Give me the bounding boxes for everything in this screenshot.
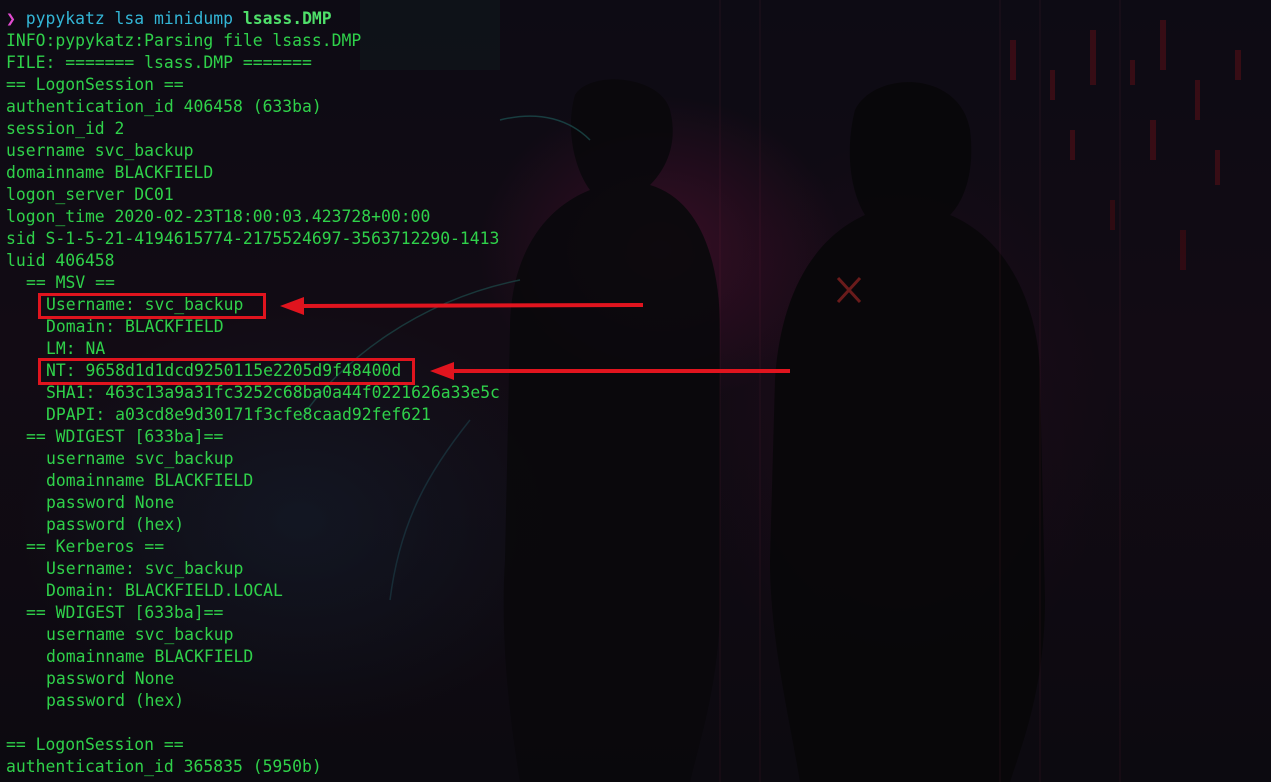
- output-line: == Kerberos ==: [26, 537, 165, 556]
- output-line: Domain: BLACKFIELD: [46, 317, 224, 336]
- output-line: == LogonSession ==: [6, 735, 184, 754]
- output-line: INFO:pypykatz:Parsing file lsass.DMP: [6, 31, 362, 50]
- output-line: password (hex): [46, 515, 185, 534]
- terminal-output: ❯ pypykatz lsa minidump lsass.DMP INFO:p…: [0, 0, 1271, 782]
- output-line: logon_time 2020-02-23T18:00:03.423728+00…: [6, 207, 431, 226]
- output-line: LM: NA: [46, 339, 106, 358]
- output-line: == MSV ==: [26, 273, 115, 292]
- output-line: authentication_id 365835 (5950b): [6, 757, 322, 776]
- output-line: == LogonSession ==: [6, 75, 184, 94]
- output-line: username svc_backup: [6, 141, 194, 160]
- output-line: domainname BLACKFIELD: [6, 163, 214, 182]
- output-line: password None: [46, 669, 175, 688]
- output-line: == WDIGEST [633ba]==: [26, 427, 224, 446]
- nt-hash-highlight-box: [38, 358, 415, 385]
- output-line: domainname BLACKFIELD: [46, 471, 254, 490]
- prompt-chevron-icon: ❯: [6, 9, 16, 28]
- arrow-to-nt-hash-icon: [430, 362, 790, 380]
- output-line: authentication_id 406458 (633ba): [6, 97, 322, 116]
- output-line: password (hex): [46, 691, 185, 710]
- prompt-line: ❯ pypykatz lsa minidump lsass.DMP: [6, 8, 332, 30]
- output-line: sid S-1-5-21-4194615774-2175524697-35637…: [6, 229, 500, 248]
- output-line: luid 406458: [6, 251, 115, 270]
- output-line: session_id 2: [6, 119, 125, 138]
- output-line: logon_server DC01: [6, 185, 174, 204]
- output-line: domainname BLACKFIELD: [46, 647, 254, 666]
- output-line: DPAPI: a03cd8e9d30171f3cfe8caad92fef621: [46, 405, 431, 424]
- command-argument: lsass.DMP: [242, 9, 332, 28]
- arrow-to-username-icon: [280, 297, 644, 315]
- command-text: pypykatz lsa minidump: [25, 9, 233, 28]
- output-line: == WDIGEST [633ba]==: [26, 603, 224, 622]
- output-line: SHA1: 463c13a9a31fc3252c68ba0a44f0221626…: [46, 383, 500, 402]
- output-line: Username: svc_backup: [46, 559, 244, 578]
- output-line: Domain: BLACKFIELD.LOCAL: [46, 581, 283, 600]
- output-line: FILE: ======= lsass.DMP =======: [6, 53, 312, 72]
- output-line: username svc_backup: [46, 449, 234, 468]
- output-line: password None: [46, 493, 175, 512]
- output-line: username svc_backup: [46, 625, 234, 644]
- username-highlight-box: [38, 293, 266, 319]
